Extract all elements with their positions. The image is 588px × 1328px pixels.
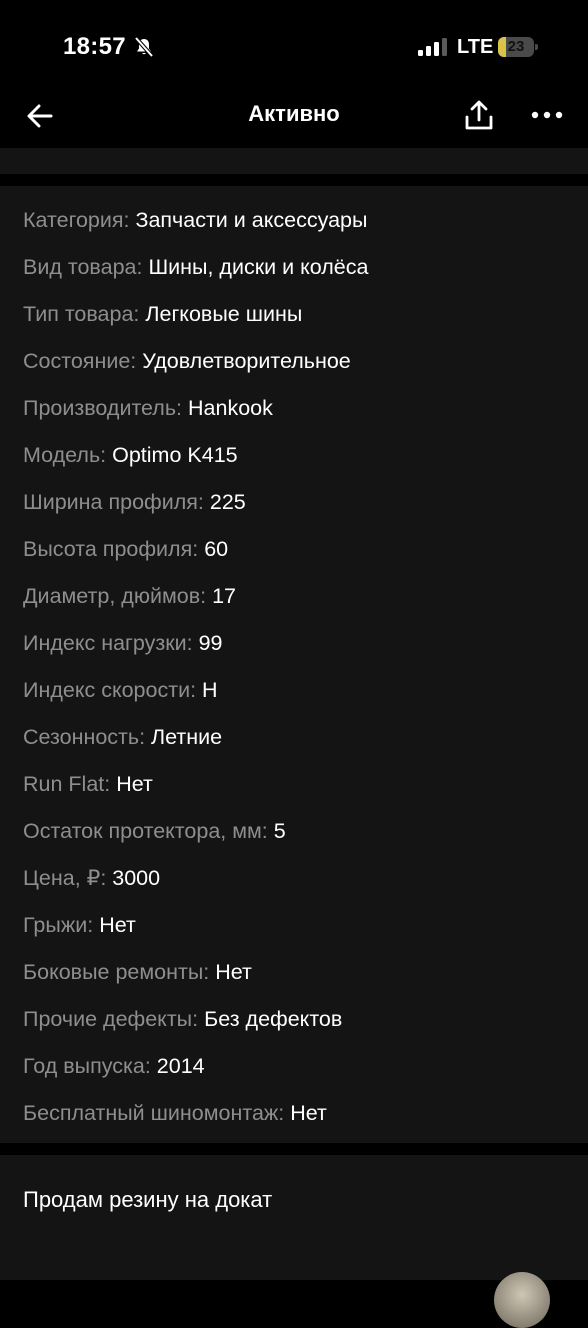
param-row: Вид товара: Шины, диски и колёса [23,252,368,282]
param-key: Тип товара: [23,302,146,326]
bell-off-icon [134,36,154,58]
param-row: Тип товара: Легковые шины [23,299,302,329]
param-row: Производитель: Hankook [23,393,273,423]
param-key: Индекс нагрузки: [23,631,199,655]
description-text: Продам резину на докат [23,1187,273,1212]
seller-avatar[interactable] [494,1272,550,1328]
param-value: 99 [198,631,223,655]
param-row: Категория: Запчасти и аксессуары [23,205,367,235]
param-key: Индекс скорости: [23,678,203,702]
param-row: Год выпуска: 2014 [23,1051,205,1081]
param-value: 2014 [156,1054,205,1078]
param-value: Шины, диски и колёса [148,255,369,279]
param-row: Боковые ремонты: Нет [23,957,252,987]
previous-section-bottom [0,148,588,174]
param-key: Бесплатный шиномонтаж: [23,1101,291,1125]
description-section: Продам резину на докат [0,1155,588,1280]
param-key: Грыжи: [23,913,100,937]
param-row: Высота профиля: 60 [23,534,228,564]
param-row: Сезонность: Летние [23,722,222,752]
param-row: Индекс скорости: H [23,675,218,705]
share-button[interactable] [460,96,498,134]
more-button[interactable] [528,96,566,134]
param-row: Диаметр, дюймов: 17 [23,581,236,611]
param-key: Ширина профиля: [23,490,210,514]
param-value: 3000 [112,866,161,890]
param-row: Run Flat: Нет [23,769,153,799]
page-title: Активно [248,101,340,126]
param-value: 17 [212,584,237,608]
network-label: LTE [457,36,494,58]
param-key: Остаток протектора, мм: [23,819,274,843]
param-value: Без дефектов [204,1007,343,1031]
param-key: Категория: [23,208,136,232]
param-key: Производитель: [23,396,188,420]
param-value: Легковые шины [145,302,303,326]
battery-percent: 23 [507,38,525,55]
item-parameters: Категория: Запчасти и аксессуары Вид тов… [0,186,588,1143]
param-value: H [202,678,218,702]
param-value: Нет [215,960,252,984]
param-value: Optimo K415 [112,443,238,467]
param-row: Бесплатный шиномонтаж: Нет [23,1098,327,1128]
param-row: Остаток протектора, мм: 5 [23,816,286,846]
param-value: Нет [99,913,136,937]
signal-icon [418,38,447,56]
param-key: Состояние: [23,349,143,373]
param-row: Модель: Optimo K415 [23,440,238,470]
param-row: Цена, ₽: 3000 [23,863,160,893]
param-value: Нет [290,1101,327,1125]
status-time: 18:57 [63,33,126,60]
param-key: Сезонность: [23,725,152,749]
status-bar: 18:57 LTE 23 [0,0,588,96]
param-key: Цена, ₽: [23,866,113,890]
param-key: Прочие дефекты: [23,1007,205,1031]
more-horizontal-icon [531,111,563,119]
param-key: Год выпуска: [23,1054,157,1078]
param-value: Запчасти и аксессуары [135,208,368,232]
param-row: Ширина профиля: 225 [23,487,246,517]
param-value: Летние [151,725,223,749]
param-key: Вид товара: [23,255,149,279]
nav-bar: Активно [0,96,588,148]
param-value: 225 [209,490,246,514]
battery-indicator: 23 [498,37,538,57]
param-row: Состояние: Удовлетворительное [23,346,351,376]
param-value: 5 [273,819,286,843]
share-icon [465,100,493,130]
param-row: Грыжи: Нет [23,910,136,940]
param-key: Модель: [23,443,113,467]
param-key: Боковые ремонты: [23,960,216,984]
param-value: 60 [204,537,229,561]
param-key: Run Flat: [23,772,117,796]
param-row: Прочие дефекты: Без дефектов [23,1004,342,1034]
param-key: Высота профиля: [23,537,205,561]
param-row: Индекс нагрузки: 99 [23,628,222,658]
param-value: Удовлетворительное [142,349,351,373]
param-value: Нет [116,772,153,796]
param-key: Диаметр, дюймов: [23,584,213,608]
param-value: Hankook [188,396,273,420]
